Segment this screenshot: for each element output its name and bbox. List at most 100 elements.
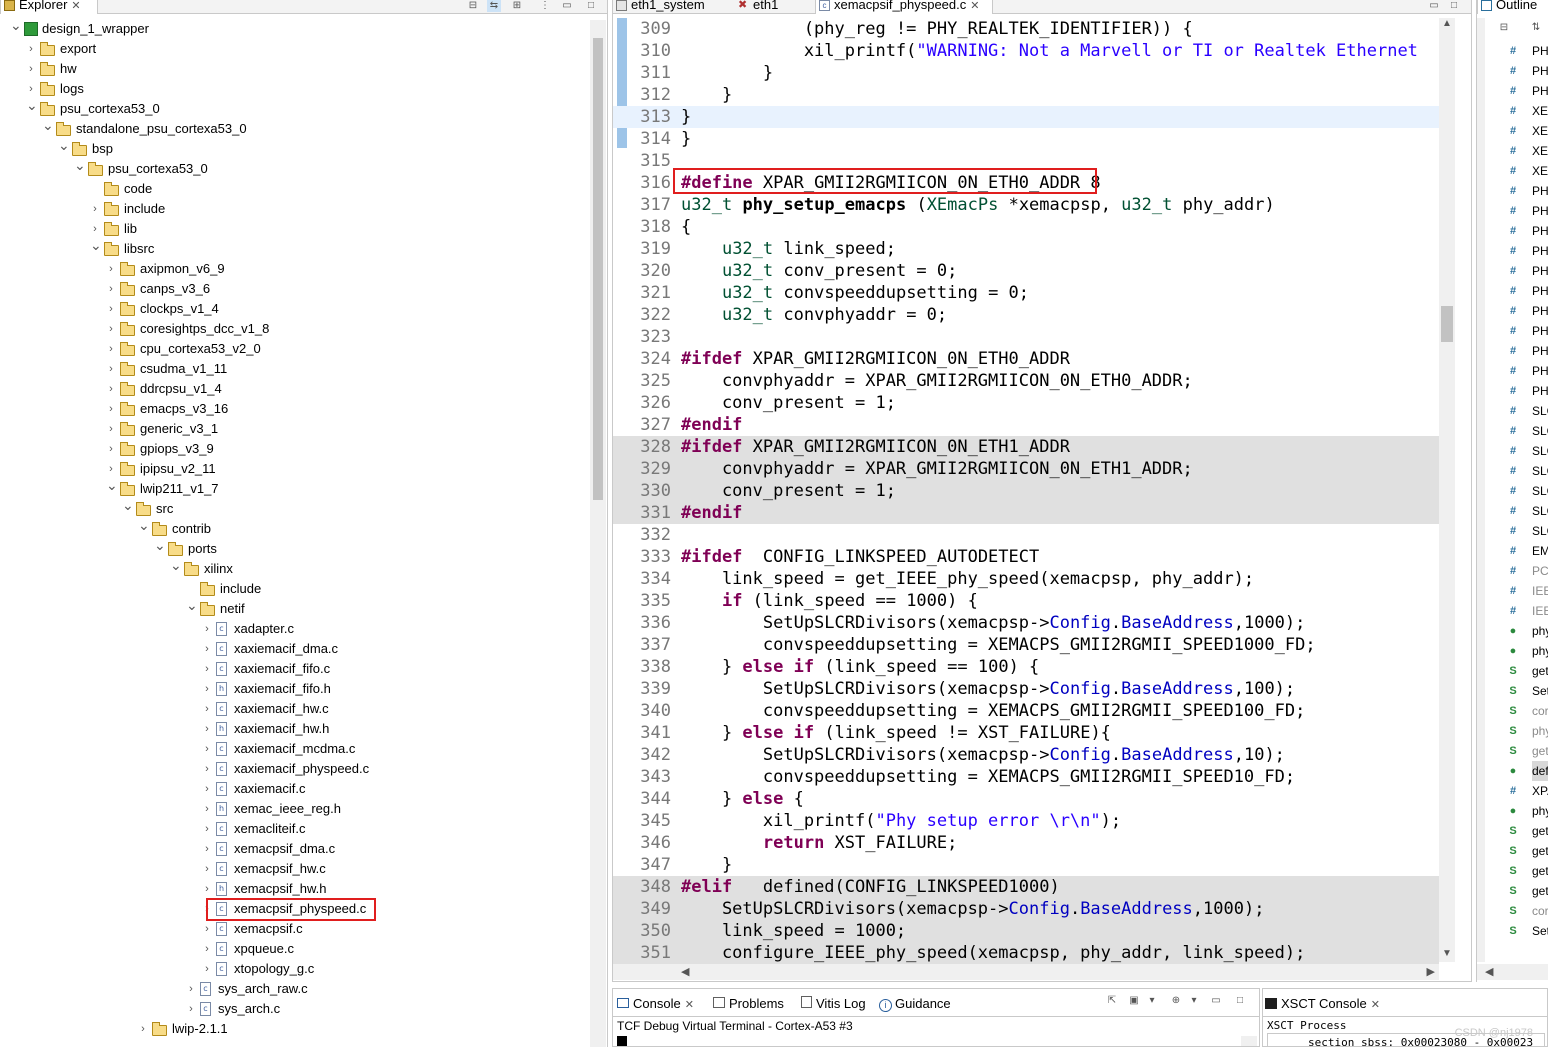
tree-item[interactable]: › c sys_arch_raw.c [0,979,588,999]
chevron-right-icon[interactable]: › [106,259,116,279]
code-line[interactable]: 332 [613,524,1439,546]
outline-item[interactable]: # XEI [1477,161,1548,181]
tree-item[interactable]: ⌄ psu_cortexa53_0 [0,97,588,119]
outline-item[interactable]: # PH [1477,61,1548,81]
code-line[interactable]: 313} [613,106,1439,128]
close-icon[interactable]: ✕ [970,0,979,12]
chevron-right-icon[interactable]: › [26,59,36,79]
tree-item[interactable]: › lib [0,219,588,239]
chevron-right-icon[interactable]: › [106,339,116,359]
tree-item[interactable]: › clockps_v1_4 [0,299,588,319]
code-line[interactable]: 342 SetUpSLCRDivisors(xemacpsp->Config.B… [613,744,1439,766]
chevron-down-icon[interactable]: ⌄ [154,535,166,555]
chevron-down-icon[interactable]: ⌄ [42,115,54,135]
code-line[interactable]: 350 link_speed = 1000; [613,920,1439,942]
tree-item[interactable]: › ddrcpsu_v1_4 [0,379,588,399]
outline-item[interactable]: ● phy [1477,621,1548,641]
minimize-icon[interactable]: ▭ [1427,0,1441,12]
code-line[interactable]: 314} [613,128,1439,150]
code-line[interactable]: 325 convphyaddr = XPAR_GMII2RGMIICON_0N_… [613,370,1439,392]
tree-item[interactable]: › export [0,39,588,59]
outline-item[interactable]: # EM [1477,541,1548,561]
tab-eth1-system[interactable]: eth1_system [613,0,733,14]
outline-item[interactable]: # IEE [1477,581,1548,601]
code-line[interactable]: 338 } else if (link_speed == 100) { [613,656,1439,678]
tab-problems[interactable]: Problems [713,993,784,1015]
tab-outline[interactable]: Outline [1477,0,1548,14]
chevron-right-icon[interactable]: › [202,859,212,879]
outline-item[interactable]: # XPA [1477,781,1548,801]
code-line[interactable]: 351 configure_IEEE_phy_speed(xemacpsp, p… [613,942,1439,964]
tree-item[interactable]: › c xemacpsif_dma.c [0,839,588,859]
tree-item[interactable]: › gpiops_v3_9 [0,439,588,459]
outline-item[interactable]: Sget [1477,861,1548,881]
code-line[interactable]: 348 #elif defined(CONFIG_LINKSPEED1000) [613,876,1439,898]
explorer-scroll-thumb[interactable] [593,38,603,500]
outline-item[interactable]: Sget [1477,821,1548,841]
chevron-right-icon[interactable]: › [202,619,212,639]
tree-item[interactable]: › c xaxiemacif.c [0,779,588,799]
scroll-left-icon[interactable]: ◀ [1485,965,1493,978]
chevron-right-icon[interactable]: › [202,679,212,699]
tree-item[interactable]: › c xemacpsif_hw.c [0,859,588,879]
code-line[interactable]: 327 #endif [613,414,1439,436]
tree-item[interactable]: › c xaxiemacif_mcdma.c [0,739,588,759]
code-line[interactable]: 321 u32_t convspeeddupsetting = 0; [613,282,1439,304]
chevron-right-icon[interactable]: › [186,979,196,999]
code-line[interactable]: 337 convspeeddupsetting = XEMACPS_GMII2R… [613,634,1439,656]
close-icon[interactable]: ✕ [685,999,694,1011]
tree-item[interactable]: › c xemacliteif.c [0,819,588,839]
tree-item[interactable]: › c xaxiemacif_dma.c [0,639,588,659]
code-line[interactable]: 324 #ifdef XPAR_GMII2RGMIICON_0N_ETH0_ADD… [613,348,1439,370]
open-console-icon[interactable]: ⊕ [1169,995,1183,1007]
tree-item[interactable]: › h xemac_ieee_reg.h [0,799,588,819]
tree-item[interactable]: › coresightps_dcc_v1_8 [0,319,588,339]
tree-item[interactable]: › c xaxiemacif_physpeed.c [0,759,588,779]
tree-item[interactable]: › axipmon_v6_9 [0,259,588,279]
console-scrollbar[interactable] [1241,1036,1257,1046]
chevron-right-icon[interactable]: › [202,639,212,659]
tree-item[interactable]: › c xaxiemacif_fifo.c [0,659,588,679]
outline-item[interactable]: ● def [1477,761,1548,781]
chevron-right-icon[interactable]: › [106,379,116,399]
tree-item[interactable]: ⌄ bsp [0,137,588,159]
outline-item[interactable]: # PH [1477,41,1548,61]
outline-item[interactable]: S Set [1477,681,1548,701]
chevron-down-icon[interactable]: ⌄ [186,595,198,615]
chevron-right-icon[interactable]: › [106,299,116,319]
code-line[interactable]: 320 u32_t conv_present = 0; [613,260,1439,282]
chevron-right-icon[interactable]: › [26,39,36,59]
chevron-right-icon[interactable]: › [106,279,116,299]
outline-item[interactable]: # SLC [1477,521,1548,541]
chevron-down-icon[interactable]: ⌄ [106,475,118,495]
tree-item[interactable]: › c xadapter.c [0,619,588,639]
tree-item[interactable]: ⌄ xilinx [0,557,588,579]
code-line[interactable]: 317 u32_t phy_setup_emacps (XEmacPs *xema… [613,194,1439,216]
code-line[interactable]: 319 u32_t link_speed; [613,238,1439,260]
outline-item[interactable]: # PH [1477,221,1548,241]
tree-item[interactable]: › generic_v3_1 [0,419,588,439]
code-line[interactable]: 335 if (link_speed == 1000) { [613,590,1439,612]
tree-item[interactable]: › h xemacpsif_hw.h [0,879,588,899]
code-line[interactable]: 329 convphyaddr = XPAR_GMII2RGMIICON_0N_… [613,458,1439,480]
tab-vitis-log[interactable]: Vitis Log [801,993,866,1015]
scroll-right-icon[interactable]: ▶ [1427,965,1435,978]
chevron-right-icon[interactable]: › [202,959,212,979]
outline-item[interactable]: # PCI [1477,561,1548,581]
tree-item[interactable]: ⌄ design_1_wrapper [0,17,588,39]
outline-item[interactable]: # PH [1477,81,1548,101]
tree-item[interactable]: › include [0,199,588,219]
outline-item[interactable]: # SLC [1477,441,1548,461]
pin-console-icon[interactable]: ⇱ [1105,995,1119,1007]
tree-item[interactable]: › hw [0,59,588,79]
code-line[interactable]: 334 link_speed = get_IEEE_phy_speed(xema… [613,568,1439,590]
code-line[interactable]: 340 convspeeddupsetting = XEMACPS_GMII2R… [613,700,1439,722]
tab-xemacpsif-physpeed[interactable]: c xemacpsif_physpeed.c ✕ [815,0,993,14]
outline-item[interactable]: # PH [1477,181,1548,201]
tab-explorer[interactable]: Explorer ✕ [0,0,98,14]
collapse-all-icon[interactable]: ⊟ [466,0,480,12]
tree-item[interactable]: ⌄ libsrc [0,237,588,259]
tree-item[interactable]: › h xaxiemacif_hw.h [0,719,588,739]
maximize-icon[interactable]: □ [1233,995,1247,1007]
tree-item[interactable]: ⌄ contrib [0,517,588,539]
